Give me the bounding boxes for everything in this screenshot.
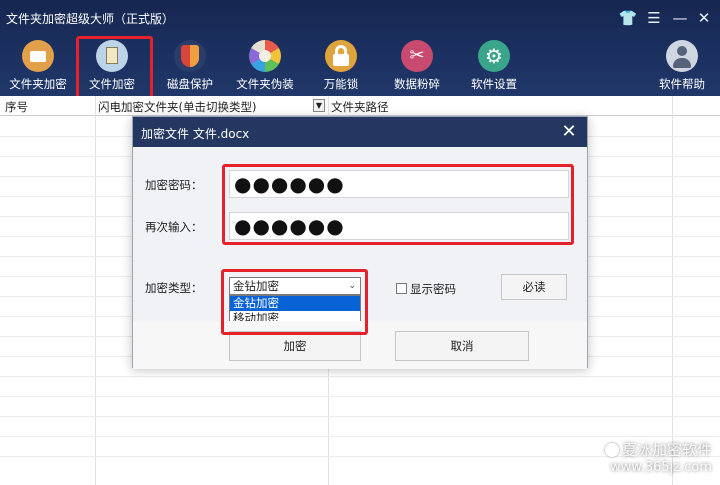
tool-folder-encrypt[interactable]: 文件夹加密 xyxy=(3,40,73,92)
close-icon[interactable]: ✕ xyxy=(694,8,714,28)
tool-data-shred[interactable]: ✂ 数据粉碎 xyxy=(382,40,452,92)
show-password-checkbox[interactable] xyxy=(396,283,407,294)
folder-icon xyxy=(22,40,54,72)
grid-row-line xyxy=(0,376,720,377)
dialog-title: 加密文件 文件.docx xyxy=(141,127,250,141)
tool-help[interactable]: 软件帮助 xyxy=(647,40,717,92)
highlight-box xyxy=(222,164,574,245)
col-path-header[interactable]: 文件夹路径 xyxy=(331,99,389,115)
encrypt-type-label: 加密类型： xyxy=(145,281,203,295)
scissors-icon: ✂ xyxy=(401,40,433,72)
confirm-password-label: 再次输入： xyxy=(145,220,203,234)
grid-row-line xyxy=(0,416,720,417)
table-header: 序号 闪电加密文件夹(单击切换类型) 文件夹路径 xyxy=(0,96,720,116)
show-password-label[interactable]: 显示密码 xyxy=(410,281,456,297)
col-type-header[interactable]: 闪电加密文件夹(单击切换类型) xyxy=(98,99,256,115)
tool-label: 磁盘保护 xyxy=(167,77,213,91)
watermark-site: www.365jz.com xyxy=(610,460,712,475)
watermark-logo-icon xyxy=(604,443,619,457)
minimize-icon[interactable]: — xyxy=(670,8,690,28)
tool-label: 万能锁 xyxy=(323,77,359,91)
cancel-button[interactable]: 取消 xyxy=(395,331,529,361)
palette-icon xyxy=(249,40,281,72)
gear-icon: ⚙ xyxy=(478,40,510,72)
grid-row-line xyxy=(0,396,720,397)
tool-folder-disguise[interactable]: 文件夹伪装 xyxy=(230,40,300,92)
user-icon xyxy=(666,40,698,72)
tool-master-lock[interactable]: 万能锁 xyxy=(306,40,376,92)
encrypt-file-dialog: 加密文件 文件.docx ✕ 加密密码： ●●●●●● 再次输入： ●●●●●●… xyxy=(132,116,588,369)
col-index-header[interactable]: 序号 xyxy=(5,99,28,115)
highlight-box xyxy=(221,269,368,335)
grid-divider xyxy=(95,96,96,485)
grid-row-line xyxy=(0,436,720,437)
grid-divider xyxy=(672,96,673,485)
shield-icon xyxy=(174,40,206,72)
tool-label: 数据粉碎 xyxy=(394,77,440,91)
password-label: 加密密码： xyxy=(145,178,203,192)
menu-icon[interactable]: ☰ xyxy=(644,8,664,28)
encrypt-button[interactable]: 加密 xyxy=(229,331,361,361)
must-read-button[interactable]: 必读 xyxy=(501,274,567,300)
close-icon[interactable]: ✕ xyxy=(559,121,579,142)
tool-label: 软件设置 xyxy=(471,77,517,91)
tool-label: 文件夹伪装 xyxy=(236,77,294,91)
tool-settings[interactable]: ⚙ 软件设置 xyxy=(459,40,529,92)
tool-label: 文件夹加密 xyxy=(9,77,67,91)
skin-icon[interactable]: 👕 xyxy=(618,8,638,28)
watermark-text: 夏冰加密软件 xyxy=(621,441,712,459)
app-title: 文件夹加密超级大师（正式版） xyxy=(6,12,175,26)
tool-disk-protect[interactable]: 磁盘保护 xyxy=(155,40,225,92)
lock-icon xyxy=(325,40,357,72)
dialog-titlebar: 加密文件 文件.docx ✕ xyxy=(133,117,587,147)
type-dropdown-icon[interactable]: ▼ xyxy=(313,99,325,112)
tool-label: 软件帮助 xyxy=(659,77,705,91)
watermark: 夏冰加密软件 www.365jz.com xyxy=(604,439,712,475)
title-toolbar-area: 文件夹加密超级大师（正式版） 👕 ☰ — ✕ 文件夹加密 文件加密 磁盘保护 文… xyxy=(0,0,720,99)
highlight-box xyxy=(76,36,153,99)
